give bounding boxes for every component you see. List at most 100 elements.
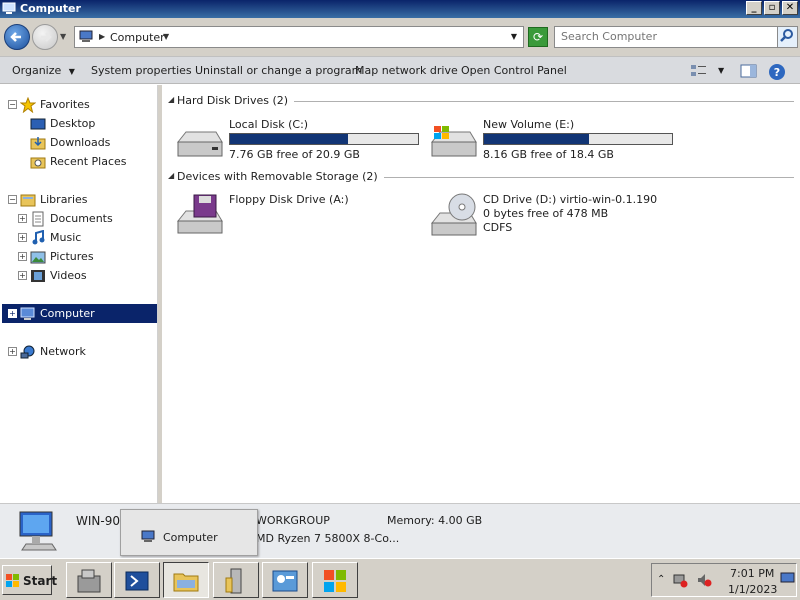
expand-icon[interactable]: + [18, 271, 27, 280]
preview-pane-icon[interactable] [740, 63, 758, 79]
collapse-arrow-icon[interactable]: ◢ [168, 171, 174, 180]
explorer-button[interactable] [163, 562, 209, 598]
documents-icon [32, 211, 44, 227]
address-row: ▼ ▶ Computer ▼ ▼ ⟳ [0, 18, 800, 56]
nav-label: Network [40, 345, 86, 358]
windows-button[interactable] [312, 562, 358, 598]
system-properties-button[interactable]: System properties [91, 64, 192, 77]
capacity-fill [484, 134, 590, 144]
change-view-icon[interactable] [690, 63, 708, 79]
search-button[interactable] [777, 27, 797, 47]
drive-name: CD Drive (D:) virtio-win-0.1.190 [483, 193, 658, 206]
drive-e[interactable]: New Volume (E:) 8.16 GB free of 18.4 GB [428, 118, 678, 166]
nav-videos[interactable]: + Videos [0, 267, 158, 285]
processor-info: MD Ryzen 7 5800X 8-Co... [256, 532, 400, 545]
organize-menu[interactable]: Organize ▼ [12, 64, 75, 77]
show-hidden-icons-icon[interactable]: ⌃ [657, 574, 665, 585]
clock-date[interactable]: 1/1/2023 [728, 583, 777, 596]
search-box[interactable] [554, 26, 798, 48]
organize-label: Organize [12, 64, 62, 77]
start-button[interactable]: Start [2, 565, 57, 595]
network-status-icon[interactable] [672, 572, 688, 588]
map-network-drive-button[interactable]: Map network drive [355, 64, 458, 77]
back-button[interactable] [4, 24, 30, 50]
breadcrumb-computer[interactable]: Computer [110, 31, 165, 44]
nav-music[interactable]: + Music [0, 229, 158, 247]
windows-logo-icon [6, 574, 19, 587]
computer-icon [2, 2, 16, 14]
expand-icon[interactable]: + [18, 214, 27, 223]
nav-documents[interactable]: + Documents [0, 210, 158, 228]
group-removable-storage[interactable]: ◢ Devices with Removable Storage (2) [166, 169, 798, 185]
help-icon[interactable]: ? [768, 63, 786, 81]
nav-label: Videos [50, 269, 87, 282]
taskbar-preview[interactable]: Computer [120, 509, 258, 556]
forward-button[interactable] [32, 24, 58, 50]
view-dropdown-icon[interactable]: ▼ [718, 66, 724, 75]
show-desktop-icon[interactable] [780, 570, 796, 586]
admin-tools-icon [225, 568, 242, 594]
music-icon [32, 230, 45, 245]
workgroup: WORKGROUP [256, 514, 330, 527]
clock-time[interactable]: 7:01 PM [730, 567, 774, 580]
address-bar[interactable]: ▶ Computer ▼ ▼ [74, 26, 524, 48]
expand-icon[interactable]: + [18, 252, 27, 261]
minimize-button[interactable]: _ [746, 1, 762, 15]
nav-downloads[interactable]: Downloads [0, 134, 158, 152]
expand-icon[interactable]: + [18, 233, 27, 242]
close-button[interactable]: ✕ [782, 1, 798, 15]
admin-tools-button[interactable] [213, 562, 259, 598]
nav-libraries[interactable]: − Libraries [0, 191, 158, 209]
folder-icon [173, 573, 199, 592]
nav-desktop[interactable]: Desktop [0, 115, 158, 133]
windows-logo-icon [324, 570, 346, 592]
drive-name: Floppy Disk Drive (A:) [229, 193, 349, 206]
collapse-icon[interactable]: − [8, 195, 17, 204]
uninstall-program-button[interactable]: Uninstall or change a program [195, 64, 362, 77]
breadcrumb-separator-icon[interactable]: ▶ [99, 32, 105, 41]
content-area: ◢ Hard Disk Drives (2) Local Disk (C:) 7… [162, 85, 800, 503]
capacity-fill [230, 134, 349, 144]
navigation-pane: − Favorites Desktop Downloads Recent Pla… [0, 85, 158, 503]
back-arrow-icon [10, 32, 21, 42]
cd-drive-icon [430, 193, 477, 236]
refresh-button[interactable]: ⟳ [528, 27, 548, 47]
history-dropdown-icon[interactable]: ▼ [60, 32, 66, 41]
floppy-drive-icon [176, 194, 223, 234]
expand-icon[interactable]: + [8, 309, 17, 318]
desktop-icon [30, 118, 46, 130]
nav-computer[interactable]: + Computer [0, 305, 158, 323]
drive-name: Local Disk (C:) [229, 118, 309, 131]
group-title: Devices with Removable Storage (2) [177, 170, 384, 183]
drive-d[interactable]: CD Drive (D:) virtio-win-0.1.190 0 bytes… [428, 193, 678, 241]
libraries-icon [20, 194, 36, 207]
nav-favorites[interactable]: − Favorites [0, 96, 158, 114]
powershell-button[interactable] [114, 562, 160, 598]
nav-network[interactable]: + Network [0, 343, 158, 361]
nav-label: Libraries [40, 193, 88, 206]
search-input[interactable] [561, 30, 771, 43]
drive-a[interactable]: Floppy Disk Drive (A:) [174, 193, 424, 241]
window-title: Computer [20, 2, 81, 15]
control-panel-button[interactable] [262, 562, 308, 598]
collapse-icon[interactable]: − [8, 100, 17, 109]
address-dropdown-icon[interactable]: ▼ [511, 32, 517, 41]
drive-file-system: CDFS [483, 221, 513, 234]
maximize-button[interactable]: ▫ [764, 1, 780, 15]
nav-pictures[interactable]: + Pictures [0, 248, 158, 266]
breadcrumb-separator-icon[interactable]: ▼ [163, 32, 169, 41]
nav-label: Pictures [50, 250, 94, 263]
server-manager-button[interactable] [66, 562, 112, 598]
memory-info: Memory: 4.00 GB [387, 514, 483, 527]
nav-recent-places[interactable]: Recent Places [0, 153, 158, 171]
nav-label: Music [50, 231, 82, 244]
open-control-panel-button[interactable]: Open Control Panel [461, 64, 567, 77]
group-hard-disk-drives[interactable]: ◢ Hard Disk Drives (2) [166, 93, 798, 109]
capacity-bar [483, 133, 673, 145]
collapse-arrow-icon[interactable]: ◢ [168, 95, 174, 104]
expand-icon[interactable]: + [8, 347, 17, 356]
computer-icon [79, 30, 93, 42]
drive-c[interactable]: Local Disk (C:) 7.76 GB free of 20.9 GB [174, 118, 424, 166]
volume-muted-icon[interactable] [696, 572, 712, 588]
svg-text:?: ? [774, 66, 780, 79]
